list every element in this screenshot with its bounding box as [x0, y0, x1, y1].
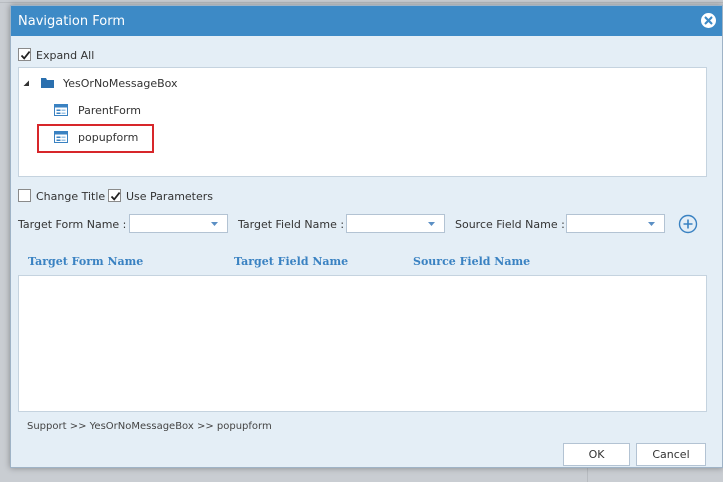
column-header-source-field: Source Field Name: [413, 255, 531, 268]
ok-button[interactable]: OK: [563, 443, 630, 466]
use-parameters-label: Use Parameters: [126, 190, 214, 203]
chevron-down-icon: [648, 222, 655, 226]
checkmark-icon: [110, 192, 121, 201]
selection-highlight: [37, 124, 154, 153]
checkmark-icon: [20, 51, 31, 60]
chevron-down-icon: [428, 222, 435, 226]
target-field-name-dropdown[interactable]: [346, 214, 445, 233]
cancel-button[interactable]: Cancel: [636, 443, 706, 466]
parameter-grid: [18, 275, 707, 412]
background-divider: [587, 468, 588, 482]
chevron-down-icon: [211, 222, 218, 226]
close-icon: [704, 16, 713, 25]
background-divider: [0, 2, 723, 3]
breadcrumb: Support >> YesOrNoMessageBox >> popupfor…: [27, 421, 272, 432]
tree-node-root[interactable]: YesOrNoMessageBox: [63, 77, 178, 90]
folder-icon: [41, 78, 54, 88]
form-icon: [54, 104, 68, 116]
expand-all-checkbox[interactable]: [18, 48, 31, 61]
change-title-checkbox[interactable]: [18, 189, 31, 202]
source-field-name-label: Source Field Name :: [455, 218, 565, 231]
target-field-name-label: Target Field Name :: [238, 218, 345, 231]
dialog-titlebar[interactable]: Navigation Form: [11, 6, 722, 36]
target-form-name-dropdown[interactable]: [129, 214, 228, 233]
navigation-form-dialog: Navigation Form Expand All YesOrNoMessag…: [10, 5, 723, 468]
target-form-name-label: Target Form Name :: [18, 218, 127, 231]
close-button[interactable]: [701, 13, 716, 28]
column-header-target-form: Target Form Name: [28, 255, 144, 268]
add-mapping-button[interactable]: [678, 214, 698, 234]
column-header-target-field: Target Field Name: [234, 255, 349, 268]
tree-node-parentform[interactable]: ParentForm: [78, 104, 141, 117]
source-field-name-dropdown[interactable]: [566, 214, 665, 233]
change-title-label: Change Title: [36, 190, 106, 203]
form-tree: YesOrNoMessageBox ParentForm popupform: [18, 67, 707, 177]
dialog-title: Navigation Form: [18, 14, 125, 29]
use-parameters-checkbox[interactable]: [108, 189, 121, 202]
collapse-triangle-icon[interactable]: [23, 80, 30, 87]
expand-all-label: Expand All: [36, 49, 95, 62]
